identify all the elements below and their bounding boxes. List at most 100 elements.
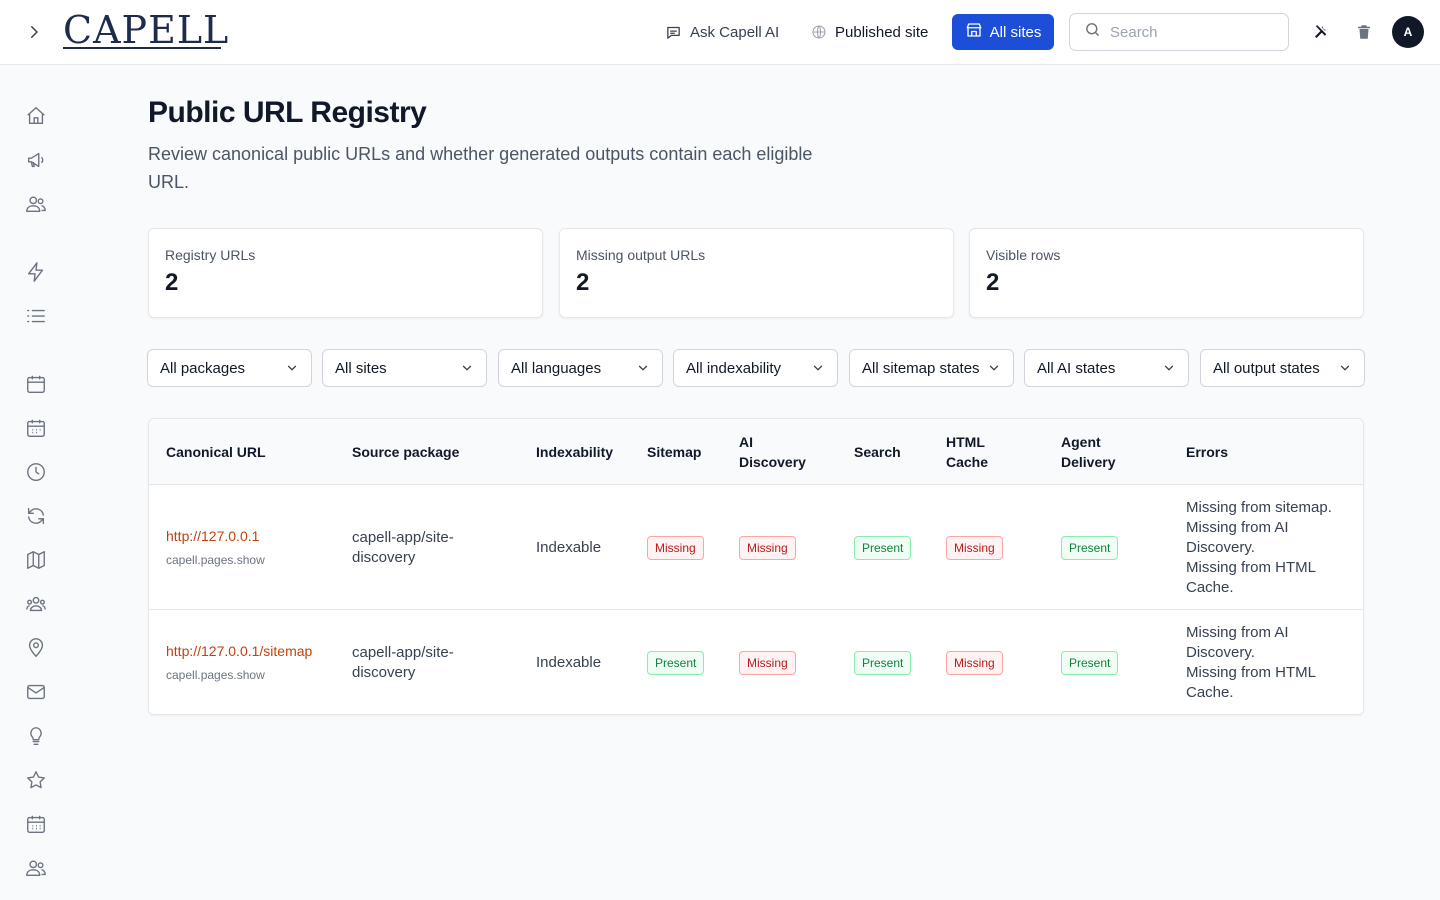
- chevron-right-icon: [31, 26, 38, 38]
- map-pin-icon[interactable]: [24, 636, 48, 660]
- route-name: capell.pages.show: [166, 668, 265, 682]
- filter-output-states-select[interactable]: All output states: [1200, 349, 1365, 387]
- megaphone-icon[interactable]: [24, 148, 48, 172]
- calendar-grid-icon[interactable]: [24, 812, 48, 836]
- stat-value: 2: [986, 269, 1000, 296]
- ask-ai-button[interactable]: Ask Capell AI: [665, 18, 779, 46]
- clock-icon[interactable]: [24, 460, 48, 484]
- errors-cell: Missing from AI Discovery. Missing from …: [1186, 610, 1346, 714]
- envelope-icon[interactable]: [24, 680, 48, 704]
- avatar[interactable]: A: [1392, 16, 1424, 48]
- filter-label: All languages: [511, 359, 602, 377]
- status-badge: Missing: [946, 535, 1003, 560]
- filter-label: All indexability: [686, 359, 782, 377]
- source-package: capell-app/site-discovery: [352, 528, 454, 566]
- filter-indexability-select[interactable]: All indexability: [673, 349, 838, 387]
- indexability-value: Indexable: [536, 654, 602, 671]
- source-package-cell: capell-app/site-discovery: [352, 485, 502, 610]
- building-storefront-icon: [965, 21, 983, 43]
- logo-underline: [63, 47, 221, 49]
- filter-sitemap-select[interactable]: All sitemap states: [849, 349, 1014, 387]
- expand-sidebar-button[interactable]: [22, 20, 46, 44]
- url-registry-table: Canonical URL Source package Indexabilit…: [148, 418, 1364, 715]
- refresh-icon[interactable]: [24, 504, 48, 528]
- filter-label: All AI states: [1037, 359, 1116, 377]
- status-badge: Missing: [946, 651, 1003, 675]
- canonical-url-cell: http://127.0.0.1/sitemap capell.pages.sh…: [166, 610, 341, 714]
- map-icon[interactable]: [24, 548, 48, 572]
- error-message: Missing from AI Discovery.: [1186, 518, 1289, 556]
- chevron-down-icon: [813, 365, 823, 371]
- wrench-screwdriver-icon: [1315, 25, 1327, 38]
- route-name: capell.pages.show: [166, 552, 265, 567]
- lightning-icon[interactable]: [24, 260, 48, 284]
- tools-button[interactable]: [1309, 20, 1333, 44]
- chevron-down-icon: [989, 365, 999, 371]
- light-bulb-icon[interactable]: [24, 724, 48, 748]
- html-cache-cell: Missing: [946, 485, 1003, 610]
- user-group-icon[interactable]: [24, 592, 48, 616]
- filter-languages-select[interactable]: All languages: [498, 349, 663, 387]
- column-header-canonical-url[interactable]: Canonical URL: [166, 419, 336, 485]
- calendar-icon[interactable]: [24, 372, 48, 396]
- chevron-down-icon: [462, 365, 472, 371]
- column-header-errors[interactable]: Errors: [1186, 419, 1306, 485]
- stat-card-missing-output-urls: Missing output URLs 2: [559, 228, 954, 318]
- column-header-ai-discovery[interactable]: AI Discovery: [739, 419, 819, 485]
- filter-label: All packages: [160, 359, 246, 377]
- globe-icon: [810, 24, 827, 41]
- search-cell: Present: [854, 610, 912, 714]
- stat-card-visible-rows: Visible rows 2: [969, 228, 1364, 318]
- table-row: http://127.0.0.1/sitemap capell.pages.sh…: [149, 610, 1363, 714]
- stat-value: 2: [576, 269, 590, 296]
- chevron-down-icon: [1164, 365, 1174, 371]
- search-input[interactable]: [1110, 23, 1270, 41]
- ai-discovery-cell: Missing: [739, 610, 796, 714]
- canonical-url-link[interactable]: http://127.0.0.1: [166, 526, 341, 546]
- filter-ai-states-select[interactable]: All AI states: [1024, 349, 1189, 387]
- sitemap-cell: Present: [647, 610, 705, 714]
- users-2-icon[interactable]: [24, 856, 48, 880]
- column-header-source-package[interactable]: Source package: [352, 419, 522, 485]
- home-icon[interactable]: [24, 104, 48, 128]
- star-icon[interactable]: [24, 768, 48, 792]
- page-description: Review canonical public URLs and whether…: [148, 144, 813, 192]
- calendar-days-icon[interactable]: [24, 416, 48, 440]
- column-header-agent-delivery[interactable]: Agent Delivery: [1061, 419, 1131, 485]
- status-badge: Present: [854, 535, 912, 560]
- column-header-sitemap[interactable]: Sitemap: [647, 419, 717, 485]
- source-package-cell: capell-app/site-discovery: [352, 610, 502, 714]
- filter-packages-select[interactable]: All packages: [147, 349, 312, 387]
- canonical-url-cell: http://127.0.0.1 capell.pages.show: [166, 485, 341, 610]
- published-site-label: Published site: [835, 23, 929, 41]
- status-badge: Missing: [739, 535, 796, 560]
- agent-delivery-cell: Present: [1061, 610, 1119, 714]
- search-cell: Present: [854, 485, 912, 610]
- column-header-indexability[interactable]: Indexability: [536, 419, 636, 485]
- status-badge: Present: [1061, 535, 1119, 560]
- list-icon[interactable]: [24, 304, 48, 328]
- chevron-down-icon: [638, 365, 648, 371]
- trash-button[interactable]: [1352, 20, 1376, 44]
- column-header-search[interactable]: Search: [854, 419, 924, 485]
- column-header-html-cache[interactable]: HTML Cache: [946, 419, 1016, 485]
- users-icon[interactable]: [24, 192, 48, 216]
- canonical-url-link[interactable]: http://127.0.0.1/sitemap: [166, 641, 341, 661]
- stat-card-registry-urls: Registry URLs 2: [148, 228, 543, 318]
- ai-discovery-cell: Missing: [739, 485, 796, 610]
- filter-sites-select[interactable]: All sites: [322, 349, 487, 387]
- trash-icon: [1358, 25, 1370, 39]
- error-message: Missing from AI Discovery.: [1186, 624, 1289, 661]
- status-badge: Present: [1061, 651, 1119, 675]
- all-sites-button[interactable]: All sites: [952, 14, 1054, 50]
- top-bar: CAPELL Ask Capell AI Published site All …: [0, 0, 1440, 65]
- all-sites-label: All sites: [989, 23, 1042, 41]
- table-row: http://127.0.0.1 capell.pages.show capel…: [149, 485, 1363, 610]
- source-package: capell-app/site-discovery: [352, 644, 454, 681]
- agent-delivery-cell: Present: [1061, 485, 1119, 610]
- chat-icon: [665, 24, 682, 41]
- search-field[interactable]: [1069, 13, 1289, 51]
- published-site-button[interactable]: Published site: [810, 18, 928, 46]
- capell-logo[interactable]: CAPELL: [63, 10, 229, 50]
- indexability-cell: Indexable: [536, 485, 636, 610]
